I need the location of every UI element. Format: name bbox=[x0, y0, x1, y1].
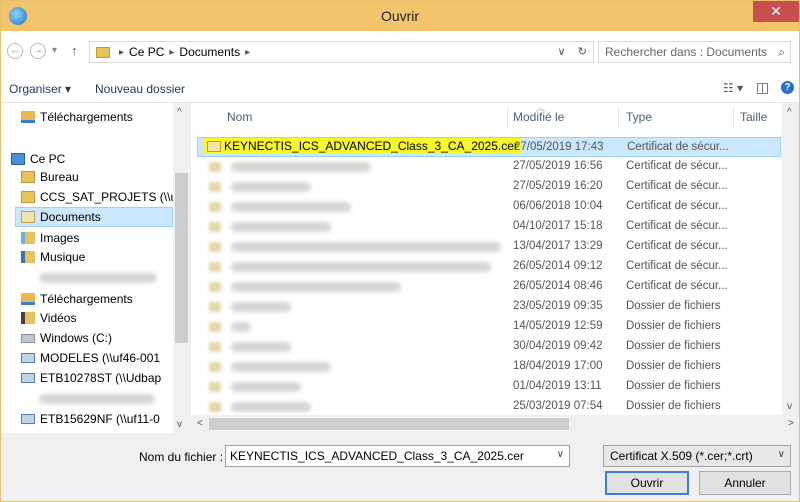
nav-item-images[interactable]: Images bbox=[21, 228, 79, 248]
table-row[interactable]: 23/05/2019 09:35 Dossier de fichiers bbox=[197, 297, 781, 317]
nav-item-documents[interactable]: Documents bbox=[15, 207, 173, 227]
crumb-this-pc[interactable]: Ce PC bbox=[129, 45, 164, 59]
redacted-item bbox=[39, 273, 157, 283]
table-row[interactable]: 26/05/2014 08:46 Certificat de sécur... bbox=[197, 277, 781, 297]
address-dropdown-icon[interactable]: ∨ bbox=[557, 46, 565, 58]
crumb-separator: ▸ bbox=[245, 46, 251, 58]
nav-item-etb15629nf[interactable]: ETB15629NF (\\uf11-0 bbox=[21, 409, 160, 429]
close-button[interactable]: ✕ bbox=[753, 1, 799, 22]
nav-item-etb10278st[interactable]: ETB10278ST (\\Udbap bbox=[21, 368, 161, 388]
nav-item-this-pc[interactable]: Ce PC bbox=[11, 149, 65, 169]
crumb-separator: ▸ bbox=[119, 46, 125, 58]
folder-icon bbox=[21, 191, 35, 203]
table-row[interactable]: 27/05/2019 16:56 Certificat de sécur... bbox=[197, 157, 781, 177]
title-bar: Ouvrir ✕ bbox=[1, 1, 799, 31]
cancel-button[interactable]: Annuler bbox=[699, 471, 791, 495]
filename-input[interactable]: KEYNECTIS_ICS_ADVANCED_Class_3_CA_2025.c… bbox=[225, 445, 570, 467]
table-row[interactable]: 13/04/2017 13:29 Certificat de sécur... bbox=[197, 237, 781, 257]
table-row[interactable]: 06/06/2018 10:04 Certificat de sécur... bbox=[197, 197, 781, 217]
table-row[interactable]: 26/05/2014 09:12 Certificat de sécur... bbox=[197, 257, 781, 277]
nav-item-videos[interactable]: Vidéos bbox=[21, 308, 76, 328]
view-options-icon[interactable]: ☷ ▾ bbox=[723, 81, 743, 95]
command-toolbar: Organiser ▾ Nouveau dossier ☷ ▾ ◫ ? bbox=[1, 75, 799, 103]
filename-value: KEYNECTIS_ICS_ADVANCED_Class_3_CA_2025.c… bbox=[230, 449, 524, 463]
forward-button[interactable]: → bbox=[30, 43, 46, 59]
column-header-size[interactable]: Taille bbox=[740, 103, 767, 131]
up-folder-icon[interactable]: ↑ bbox=[71, 43, 78, 58]
scroll-left-icon[interactable]: < bbox=[197, 418, 203, 429]
nav-item-downloads-quick[interactable]: Téléchargements bbox=[21, 107, 133, 127]
download-icon bbox=[21, 111, 35, 123]
table-row[interactable]: 04/10/2017 15:18 Certificat de sécur... bbox=[197, 217, 781, 237]
nav-item-ccs-sat-projets[interactable]: CCS_SAT_PROJETS (\\uf bbox=[21, 187, 180, 207]
search-input[interactable]: Rechercher dans : Documents ⌕ bbox=[598, 41, 791, 63]
dialog-footer: Nom du fichier : KEYNECTIS_ICS_ADVANCED_… bbox=[1, 433, 799, 501]
drive-icon bbox=[21, 333, 35, 343]
refresh-icon[interactable]: ↻ bbox=[578, 46, 587, 58]
chevron-down-icon[interactable]: ∨ bbox=[557, 449, 564, 460]
list-vertical-scrollbar[interactable] bbox=[782, 103, 799, 415]
table-row[interactable]: 30/04/2019 09:42 Dossier de fichiers bbox=[197, 337, 781, 357]
table-row[interactable]: 01/04/2019 13:11 Dossier de fichiers bbox=[197, 377, 781, 397]
crumb-documents[interactable]: Documents bbox=[179, 45, 240, 59]
download-icon bbox=[21, 293, 35, 305]
navigation-pane: Téléchargements Ce PC Bureau CCS_SAT_PRO… bbox=[1, 103, 190, 433]
music-icon bbox=[21, 251, 35, 263]
help-icon[interactable]: ? bbox=[781, 81, 794, 94]
network-drive-icon bbox=[21, 373, 35, 383]
file-type-value: Certificat X.509 (*.cer;*.crt) bbox=[610, 449, 753, 463]
column-header-name[interactable]: Nom bbox=[227, 103, 252, 131]
network-drive-icon bbox=[21, 414, 35, 424]
scroll-up-icon[interactable]: ^ bbox=[787, 107, 792, 118]
file-list: Nom ︿ Modifié le Type Taille KEYNECTIS_I… bbox=[191, 103, 799, 433]
nav-item-downloads[interactable]: Téléchargements bbox=[21, 289, 133, 309]
nav-item-modeles[interactable]: MODELES (\\uf46-001 bbox=[21, 348, 160, 368]
images-icon bbox=[21, 232, 35, 244]
organize-button[interactable]: Organiser ▾ bbox=[9, 82, 71, 96]
crumb-separator: ▸ bbox=[169, 46, 175, 58]
search-placeholder: Rechercher dans : Documents bbox=[605, 45, 768, 59]
table-row[interactable]: 18/04/2019 17:00 Dossier de fichiers bbox=[197, 357, 781, 377]
recent-locations-icon[interactable]: ▾ bbox=[52, 45, 57, 56]
scroll-right-icon[interactable]: > bbox=[788, 418, 794, 429]
nav-item-music[interactable]: Musique bbox=[21, 247, 85, 267]
preview-pane-icon[interactable]: ◫ bbox=[756, 79, 769, 96]
open-button[interactable]: Ouvrir bbox=[605, 471, 689, 495]
network-drive-icon bbox=[21, 353, 35, 363]
dialog-title: Ouvrir bbox=[380, 8, 420, 24]
folder-icon bbox=[96, 46, 110, 58]
column-header-modified[interactable]: Modifié le bbox=[513, 103, 564, 131]
scroll-down-icon[interactable]: v bbox=[177, 419, 182, 430]
horizontal-scrollbar-thumb[interactable] bbox=[209, 418, 569, 430]
column-header-type[interactable]: Type bbox=[626, 103, 652, 131]
table-row[interactable]: KEYNECTIS_ICS_ADVANCED_Class_3_CA_2025.c… bbox=[197, 137, 781, 157]
scroll-up-icon[interactable]: ^ bbox=[177, 107, 182, 118]
back-button[interactable]: ← bbox=[7, 43, 23, 59]
search-icon[interactable]: ⌕ bbox=[778, 45, 785, 60]
breadcrumb[interactable]: ▸ Ce PC ▸ Documents ▸ ∨ ↻ bbox=[89, 41, 594, 63]
open-file-dialog: Ouvrir ✕ ← → ▾ ↑ ▸ Ce PC ▸ Documents ▸ ∨… bbox=[0, 0, 800, 502]
filename-label: Nom du fichier : bbox=[139, 450, 224, 464]
folder-icon bbox=[21, 171, 35, 183]
address-row: ← → ▾ ↑ ▸ Ce PC ▸ Documents ▸ ∨ ↻ Recher… bbox=[1, 31, 799, 75]
new-folder-button[interactable]: Nouveau dossier bbox=[95, 82, 185, 96]
redacted-item bbox=[39, 394, 155, 404]
scroll-down-icon[interactable]: v bbox=[787, 401, 792, 412]
nav-item-desktop[interactable]: Bureau bbox=[21, 167, 79, 187]
documents-icon bbox=[21, 211, 35, 223]
table-row[interactable]: 25/03/2019 07:54 Dossier de fichiers bbox=[197, 397, 781, 417]
certificate-icon bbox=[207, 141, 221, 153]
computer-icon bbox=[11, 153, 25, 165]
chevron-down-icon[interactable]: ∨ bbox=[778, 449, 785, 460]
table-row[interactable]: 27/05/2019 16:20 Certificat de sécur... bbox=[197, 177, 781, 197]
video-icon bbox=[21, 312, 35, 324]
nav-scrollbar-thumb[interactable] bbox=[175, 173, 188, 343]
nav-item-windows-c[interactable]: Windows (C:) bbox=[21, 328, 112, 348]
table-row[interactable]: 14/05/2019 12:59 Dossier de fichiers bbox=[197, 317, 781, 337]
file-type-select[interactable]: Certificat X.509 (*.cer;*.crt) ∨ bbox=[603, 445, 791, 467]
